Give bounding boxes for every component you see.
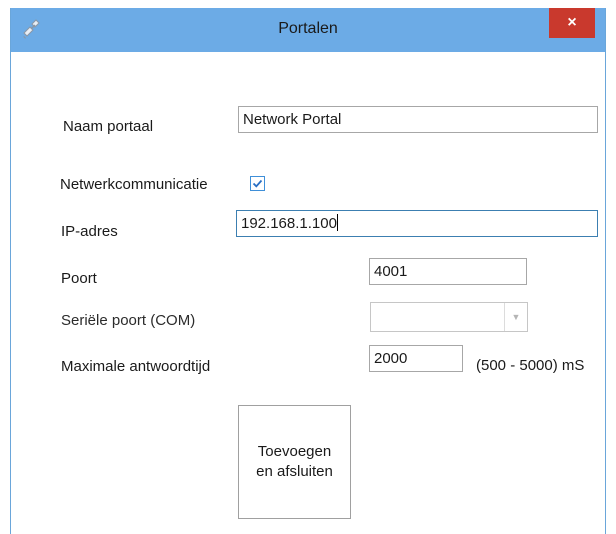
max-response-time-input[interactable] <box>369 345 463 372</box>
portal-name-label: Naam portaal <box>63 118 154 135</box>
max-response-time-label: Maximale antwoordtijd <box>61 358 211 375</box>
ip-address-label: IP-adres <box>61 223 118 240</box>
serial-port-select[interactable]: ▼ <box>370 302 528 332</box>
close-button[interactable]: × <box>549 8 595 38</box>
response-time-range-label: (500 - 5000) mS <box>476 357 585 374</box>
add-button-line2: en afsluiten <box>256 463 333 480</box>
dialog-window: Portalen × Naam portaal Netwerkcommunica… <box>10 8 606 534</box>
close-icon: × <box>567 14 577 31</box>
port-input[interactable] <box>369 258 527 285</box>
add-button-line1: Toevoegen <box>257 443 332 460</box>
text-caret <box>336 214 338 231</box>
port-label: Poort <box>61 270 97 287</box>
serial-port-label: Seriële poort (COM) <box>61 312 196 329</box>
portal-name-input[interactable] <box>238 106 598 133</box>
add-and-close-button[interactable]: Toevoegen en afsluiten <box>238 405 351 519</box>
network-communication-label: Netwerkcommunicatie <box>60 176 208 193</box>
chevron-down-icon: ▼ <box>504 303 527 331</box>
window-title: Portalen <box>278 20 338 37</box>
ip-address-value: 192.168.1.100 <box>241 215 337 232</box>
check-icon <box>252 179 263 188</box>
network-communication-checkbox[interactable] <box>250 176 265 191</box>
title-bar[interactable]: Portalen × <box>11 8 605 52</box>
ip-address-input[interactable]: 192.168.1.100 <box>236 210 598 237</box>
